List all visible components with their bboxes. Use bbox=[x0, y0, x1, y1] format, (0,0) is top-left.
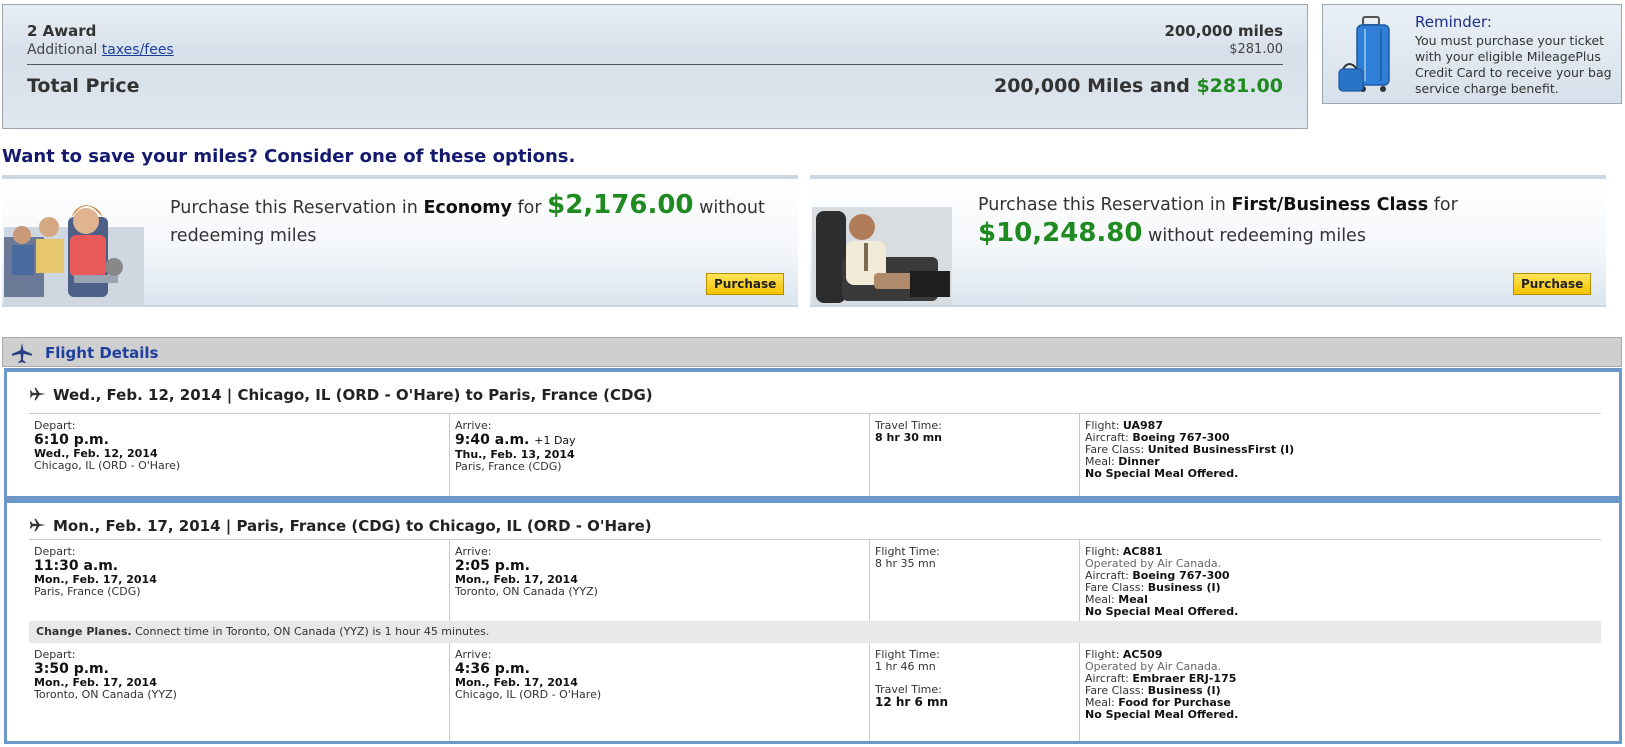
award-label: 2 Award bbox=[27, 22, 97, 40]
duration-cell: Flight Time: 1 hr 46 mn Travel Time: 12 … bbox=[869, 643, 1079, 741]
arrive-city: Paris, France (CDG) bbox=[455, 460, 562, 473]
flight-info-cell: Flight: AC881 Operated by Air Canada. Ai… bbox=[1079, 540, 1601, 622]
depart-label: Depart: bbox=[34, 419, 76, 432]
flight-details-header: Flight Details bbox=[2, 337, 1622, 367]
depart-city: Toronto, ON Canada (YYZ) bbox=[34, 688, 177, 701]
reminder-title: Reminder: bbox=[1415, 13, 1492, 31]
flight-time-value: 1 hr 46 mn bbox=[875, 660, 936, 673]
airplane-icon bbox=[29, 518, 46, 532]
total-row: Total Price 200,000 Miles and $281.00 bbox=[27, 75, 1283, 97]
arrive-city: Chicago, IL (ORD - O'Hare) bbox=[455, 688, 602, 701]
price-summary: 2 Award 200,000 miles Additional taxes/f… bbox=[2, 4, 1308, 129]
total-cash: $281.00 bbox=[1196, 75, 1283, 97]
depart-time: 6:10 p.m. bbox=[34, 432, 109, 448]
business-option-text: Purchase this Reservation in First/Busin… bbox=[978, 191, 1578, 250]
fare-class: United BusinessFirst (I) bbox=[1147, 443, 1295, 456]
total-label: Total Price bbox=[27, 75, 140, 97]
depart-city: Chicago, IL (ORD - O'Hare) bbox=[34, 459, 181, 472]
airplane-icon bbox=[29, 387, 46, 401]
business-option-panel: Purchase this Reservation in First/Busin… bbox=[810, 175, 1606, 307]
arrive-next-day: +1 Day bbox=[534, 434, 576, 447]
fees-row: Additional taxes/fees $281.00 bbox=[27, 42, 1283, 58]
connection-notice: Change Planes. Connect time in Toronto, … bbox=[29, 621, 1601, 643]
reminder-box: Reminder: You must purchase your ticket … bbox=[1322, 4, 1622, 104]
economy-purchase-button[interactable]: Purchase bbox=[706, 273, 785, 295]
change-planes-label: Change Planes. bbox=[36, 625, 132, 638]
save-miles-heading: Want to save your miles? Consider one of… bbox=[2, 146, 576, 167]
flight-time-value: 8 hr 35 mn bbox=[875, 557, 936, 570]
economy-mid: for bbox=[511, 198, 548, 218]
arrive-city: Toronto, ON Canada (YYZ) bbox=[455, 585, 598, 598]
arrive-cell: Arrive: 9:40 a.m. +1 Day Thu., Feb. 13, … bbox=[449, 414, 869, 496]
flight-segment-outbound: Wed., Feb. 12, 2014 | Chicago, IL (ORD -… bbox=[4, 368, 1622, 499]
taxes-fees-link[interactable]: taxes/fees bbox=[102, 42, 174, 58]
arrive-time: 9:40 a.m. bbox=[455, 432, 530, 448]
arrive-time: 2:05 p.m. bbox=[455, 558, 530, 574]
arrive-label: Arrive: bbox=[455, 545, 492, 558]
business-prefix: Purchase this Reservation in bbox=[978, 195, 1232, 215]
depart-label: Depart: bbox=[34, 648, 76, 661]
depart-city: Paris, France (CDG) bbox=[34, 585, 141, 598]
arrive-label: Arrive: bbox=[455, 648, 492, 661]
airplane-icon bbox=[11, 342, 33, 364]
fees-prefix: Additional bbox=[27, 42, 102, 58]
business-cabin: First/Business Class bbox=[1231, 195, 1429, 215]
duration-cell: Travel Time: 8 hr 30 mn bbox=[869, 414, 1079, 496]
arrive-label: Arrive: bbox=[455, 419, 492, 432]
total-value: 200,000 Miles and $281.00 bbox=[994, 75, 1283, 97]
flight-leg: Depart: 11:30 a.m. Mon., Feb. 17, 2014 P… bbox=[29, 539, 1601, 622]
fees-amount: $281.00 bbox=[1229, 42, 1283, 57]
economy-price: $2,176.00 bbox=[547, 190, 694, 220]
business-purchase-button[interactable]: Purchase bbox=[1513, 273, 1592, 295]
fare-class: Business (I) bbox=[1147, 581, 1221, 594]
flight-info-cell: Flight: UA987 Aircraft: Boeing 767-300 F… bbox=[1079, 414, 1601, 496]
arrive-time: 4:36 p.m. bbox=[455, 661, 530, 677]
economy-passengers-photo bbox=[4, 205, 144, 305]
depart-cell: Depart: 3:50 p.m. Mon., Feb. 17, 2014 To… bbox=[29, 643, 449, 741]
depart-cell: Depart: 6:10 p.m. Wed., Feb. 12, 2014 Ch… bbox=[29, 414, 449, 496]
depart-time: 3:50 p.m. bbox=[34, 661, 109, 677]
flight-details-title: Flight Details bbox=[45, 344, 159, 362]
total-miles: 200,000 Miles and bbox=[993, 75, 1197, 97]
segment-title: Mon., Feb. 17, 2014 | Paris, France (CDG… bbox=[29, 517, 652, 535]
special-meal-note: No Special Meal Offered. bbox=[1085, 605, 1239, 618]
special-meal-note: No Special Meal Offered. bbox=[1085, 467, 1239, 480]
economy-prefix: Purchase this Reservation in bbox=[170, 198, 424, 218]
arrive-cell: Arrive: 2:05 p.m. Mon., Feb. 17, 2014 To… bbox=[449, 540, 869, 622]
depart-label: Depart: bbox=[34, 545, 76, 558]
business-mid: for bbox=[1428, 195, 1458, 215]
flight-info-cell: Flight: AC509 Operated by Air Canada. Ai… bbox=[1079, 643, 1601, 741]
depart-time: 11:30 a.m. bbox=[34, 558, 119, 574]
economy-option-text: Purchase this Reservation in Economy for… bbox=[170, 191, 770, 250]
business-suffix: without redeeming miles bbox=[1142, 226, 1366, 246]
flight-leg: Depart: 6:10 p.m. Wed., Feb. 12, 2014 Ch… bbox=[29, 413, 1601, 496]
segment-title-text: Mon., Feb. 17, 2014 | Paris, France (CDG… bbox=[53, 517, 652, 535]
award-row: 2 Award 200,000 miles bbox=[27, 22, 1283, 40]
connection-text: Connect time in Toronto, ON Canada (YYZ)… bbox=[131, 625, 490, 638]
travel-time-value: 12 hr 6 mn bbox=[875, 695, 949, 709]
business-passenger-photo bbox=[812, 207, 952, 305]
arrive-cell: Arrive: 4:36 p.m. Mon., Feb. 17, 2014 Ch… bbox=[449, 643, 869, 741]
depart-cell: Depart: 11:30 a.m. Mon., Feb. 17, 2014 P… bbox=[29, 540, 449, 622]
economy-option-panel: Purchase this Reservation in Economy for… bbox=[2, 175, 798, 307]
segment-title: Wed., Feb. 12, 2014 | Chicago, IL (ORD -… bbox=[29, 386, 653, 404]
special-meal-note: No Special Meal Offered. bbox=[1085, 708, 1239, 721]
summary-divider bbox=[27, 64, 1283, 65]
economy-cabin: Economy bbox=[423, 198, 512, 218]
luggage-icon bbox=[1338, 16, 1390, 92]
segment-title-text: Wed., Feb. 12, 2014 | Chicago, IL (ORD -… bbox=[53, 386, 653, 404]
flight-leg: Depart: 3:50 p.m. Mon., Feb. 17, 2014 To… bbox=[29, 643, 1601, 741]
duration-cell: Flight Time: 8 hr 35 mn bbox=[869, 540, 1079, 622]
flight-segment-return: Mon., Feb. 17, 2014 | Paris, France (CDG… bbox=[4, 499, 1622, 744]
award-miles: 200,000 miles bbox=[1164, 22, 1283, 40]
reminder-text: You must purchase your ticket with your … bbox=[1415, 33, 1612, 96]
travel-time-value: 8 hr 30 mn bbox=[875, 431, 942, 444]
business-price: $10,248.80 bbox=[978, 218, 1143, 248]
